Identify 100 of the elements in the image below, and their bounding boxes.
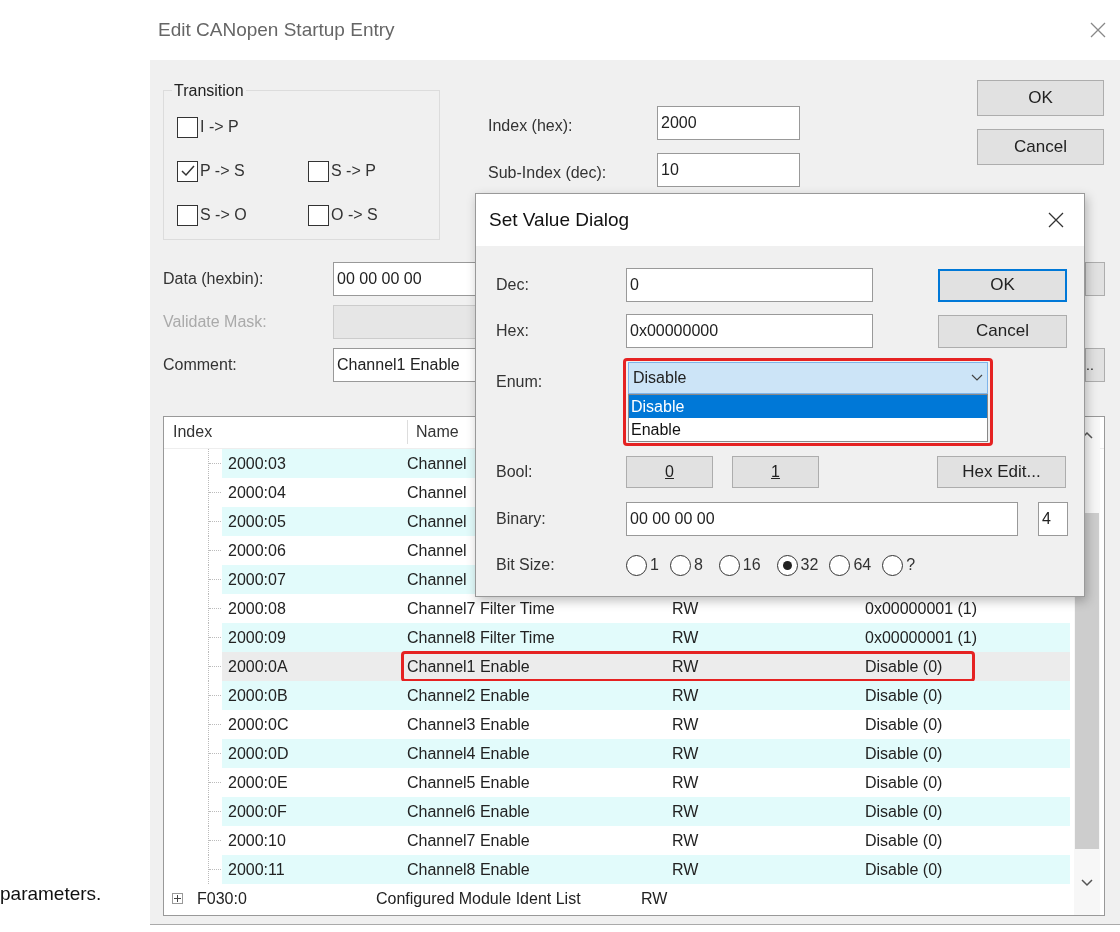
field-label: Sub-Index (dec): — [488, 163, 608, 183]
dec-field[interactable]: 0 — [626, 268, 873, 302]
radio-button[interactable] — [882, 554, 904, 576]
scroll-thumb[interactable] — [1075, 513, 1099, 849]
tree-line — [208, 768, 221, 797]
hex-field[interactable]: 0x00000000 — [626, 314, 873, 348]
table-cell: Channel7 Filter Time — [407, 599, 555, 617]
table-cell-text: Disable (0) — [865, 714, 943, 735]
table-cell-text: Disable (0) — [865, 685, 943, 706]
field-label: Data (hexbin): — [163, 269, 265, 289]
table-cell: Channel4 Enable — [407, 744, 530, 762]
checkbox[interactable] — [177, 160, 198, 182]
table-cell: RW — [672, 744, 699, 762]
field-label: Bool: — [496, 462, 534, 482]
chevron-down-icon — [971, 374, 983, 382]
table-cell: 2000:0D — [228, 744, 289, 762]
table-cell: 2000:0E — [228, 773, 288, 791]
table-cell-text: Disable (0) — [865, 656, 943, 677]
table-cell: RW — [672, 860, 699, 878]
tree-line — [208, 652, 221, 681]
radio-label: 32 — [800, 555, 819, 575]
binary-field[interactable]: 00 00 00 00 — [626, 502, 1018, 536]
table-cell: 2000:09 — [228, 628, 286, 646]
ok-button[interactable]: OK — [938, 268, 1067, 302]
table-cell: RW — [672, 628, 699, 646]
checkbox-label: O -> S — [331, 205, 378, 225]
tree-line — [208, 826, 221, 855]
checkbox[interactable] — [308, 204, 329, 226]
radio-button[interactable] — [718, 554, 740, 576]
radio-label: ? — [906, 555, 916, 575]
bool-button[interactable]: 0 — [626, 456, 713, 488]
column-header[interactable]: Index — [173, 420, 408, 444]
radio-label: 16 — [742, 555, 761, 575]
table-cell-text: Disable (0) — [865, 743, 943, 764]
radio-button[interactable] — [669, 554, 691, 576]
checkbox-label: S -> O — [200, 205, 247, 225]
table-cell: Channel8 Filter Time — [407, 628, 555, 646]
table-cell: RW — [672, 773, 699, 791]
table-cell: 2000:07 — [228, 570, 286, 588]
table-cell: Channel3 Enable — [407, 715, 530, 733]
dropdown-option[interactable]: Disable — [629, 395, 987, 418]
radio-button[interactable] — [626, 554, 647, 576]
field-label: Enum: — [496, 372, 544, 392]
window-title: Edit CANopen Startup Entry — [158, 17, 395, 42]
table-cell: 2000:08 — [228, 599, 286, 617]
index-field[interactable]: 2000 — [657, 106, 800, 140]
table-cell: 2000:04 — [228, 483, 286, 501]
column-header[interactable]: Name — [416, 420, 459, 444]
tree-line — [208, 681, 221, 710]
table-cell: Channel8 Enable — [407, 860, 530, 878]
table-cell: Channel — [407, 541, 467, 559]
bool-button[interactable]: 1 — [732, 456, 819, 488]
ok-button[interactable]: OK — [977, 80, 1104, 116]
table-cell-text: 0x00000001 (1) — [865, 598, 978, 619]
table-cell: 2000:11 — [228, 860, 285, 878]
table-cell: RW — [672, 802, 699, 820]
field-label: Validate Mask: — [163, 312, 268, 332]
table-cell: 2000:05 — [228, 512, 286, 530]
subindex-field[interactable]: 10 — [657, 153, 800, 187]
tree-line — [208, 565, 221, 594]
hex-edit-button[interactable]: Hex Edit... — [937, 456, 1066, 488]
radio-label: 1 — [650, 555, 659, 575]
close-icon[interactable] — [1046, 210, 1066, 230]
enum-dropdown[interactable]: Disable — [628, 362, 988, 394]
tree-line — [208, 739, 221, 768]
table-cell: Channel2 Enable — [407, 686, 530, 704]
radio-button[interactable] — [776, 554, 798, 576]
expand-icon[interactable] — [172, 893, 183, 904]
tree-line — [208, 536, 221, 565]
table-cell: 2000:03 — [228, 454, 286, 472]
table-cell-text: Disable (0) — [865, 772, 943, 793]
scroll-down-icon[interactable] — [1080, 878, 1094, 888]
size-field[interactable]: 4 — [1038, 502, 1068, 536]
table-cell-text: 0x00000001 (1) — [865, 627, 978, 648]
tree-line — [208, 478, 221, 507]
field-label: Hex: — [496, 321, 530, 341]
cancel-button[interactable]: Cancel — [938, 314, 1067, 348]
table-cell-text: RW — [641, 888, 668, 909]
field-label: Comment: — [163, 355, 238, 375]
checkbox-label: S -> P — [331, 161, 376, 181]
checkbox[interactable] — [177, 116, 198, 138]
radio-button[interactable] — [829, 554, 851, 576]
table-cell: 2000:06 — [228, 541, 286, 559]
checkbox[interactable] — [177, 204, 198, 226]
table-cell: Channel5 Enable — [407, 773, 530, 791]
table-cell: Channel — [407, 570, 467, 588]
table-cell: 2000:0A — [228, 657, 288, 675]
checkbox[interactable] — [308, 160, 329, 182]
browse-button[interactable]: .. — [1085, 348, 1105, 382]
tree-line — [208, 449, 221, 478]
field-label: Bit Size: — [496, 555, 556, 575]
table-cell-text: Disable (0) — [865, 859, 943, 880]
cancel-button[interactable]: Cancel — [977, 129, 1104, 165]
table-cell: 2000:0F — [228, 802, 287, 820]
table-cell-text: Configured Module Ident List — [376, 888, 582, 909]
table-cell-text: F030:0 — [197, 888, 248, 909]
table-cell: 2000:0C — [228, 715, 289, 733]
checkbox-label: I -> P — [200, 117, 239, 137]
table-cell: 2000:0B — [228, 686, 288, 704]
table-cell: Channel6 Enable — [407, 802, 530, 820]
